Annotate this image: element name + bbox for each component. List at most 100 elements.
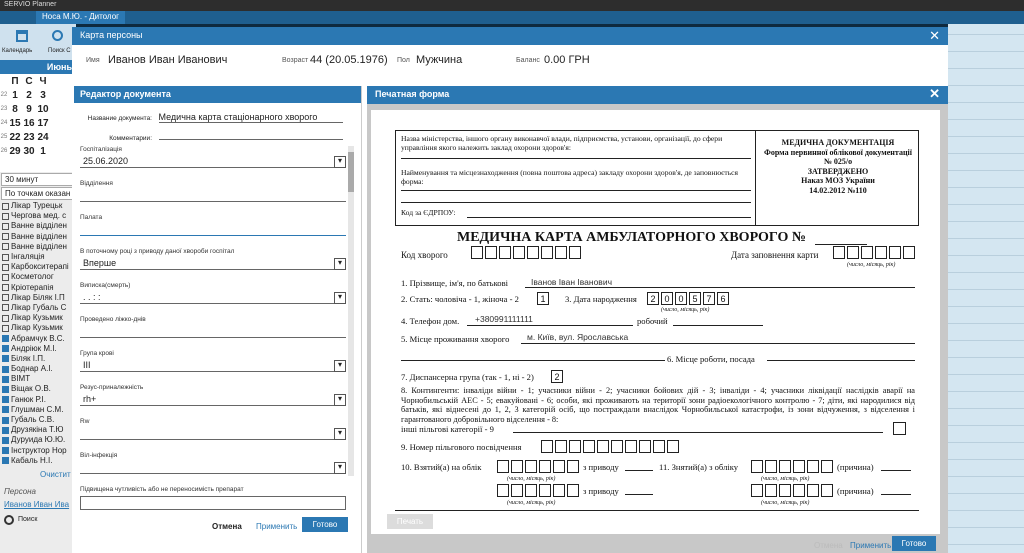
dept-input[interactable] xyxy=(80,189,346,202)
resource-checkbox[interactable] xyxy=(2,345,9,353)
rw-select[interactable] xyxy=(80,427,346,440)
resource-checkbox[interactable] xyxy=(2,304,9,312)
calendar-day[interactable]: 10 xyxy=(36,104,50,115)
resource-checkbox[interactable] xyxy=(2,396,9,404)
clear-button[interactable]: Очистит xyxy=(40,470,76,479)
scrollbar-thumb[interactable] xyxy=(348,152,354,192)
points-select[interactable]: По точкам оказан xyxy=(1,187,75,200)
footer-apply-button[interactable]: Применить xyxy=(844,538,897,553)
blood-select[interactable]: III xyxy=(80,359,346,372)
calendar-day[interactable]: 2 xyxy=(22,90,36,101)
resource-checkbox[interactable] xyxy=(2,365,9,373)
resource-item[interactable]: Лікар Губаль С xyxy=(0,303,76,313)
ok-button[interactable]: Готово xyxy=(302,517,348,532)
resource-item[interactable]: Андріюк М.І. xyxy=(0,344,76,354)
beddays-input[interactable] xyxy=(80,325,346,338)
year-select[interactable]: Вперше xyxy=(80,257,346,270)
editor-scrollbar[interactable] xyxy=(348,146,354,476)
resource-item[interactable]: Лікар Кузьмик xyxy=(0,323,76,333)
calendar-day[interactable]: 17 xyxy=(36,118,50,129)
person-name-link[interactable]: Иванов Иван Ива xyxy=(4,500,76,509)
calendar-day[interactable]: 1 xyxy=(8,90,22,101)
calendar-day[interactable]: 15 xyxy=(8,118,22,129)
interval-select[interactable]: 30 минут xyxy=(1,173,75,186)
search-icon[interactable] xyxy=(52,30,63,41)
resource-item[interactable]: Біляк І.П. xyxy=(0,354,76,364)
resource-item[interactable]: Лікар Турецьк xyxy=(0,201,76,211)
resource-checkbox[interactable] xyxy=(2,263,9,271)
resource-checkbox[interactable] xyxy=(2,243,9,251)
resource-item[interactable]: Чергова мед. с xyxy=(0,211,76,221)
calendar-day[interactable]: 3 xyxy=(36,90,50,101)
resource-item[interactable]: Ганюк Р.І. xyxy=(0,395,76,405)
resource-checkbox[interactable] xyxy=(2,436,9,444)
resource-checkbox[interactable] xyxy=(2,212,9,220)
resource-checkbox[interactable] xyxy=(2,416,9,424)
resource-checkbox[interactable] xyxy=(2,233,9,241)
calendar-day[interactable]: 22 xyxy=(8,132,22,143)
resource-item[interactable]: Абрамчук В.С. xyxy=(0,333,76,343)
print-button[interactable]: Печать xyxy=(387,514,433,529)
calendar-day[interactable]: 1 xyxy=(36,146,50,157)
resource-item[interactable]: Губаль С.В. xyxy=(0,415,76,425)
resource-item[interactable]: Лікар Біляк І.П xyxy=(0,293,76,303)
resource-checkbox[interactable] xyxy=(2,273,9,281)
search-icon[interactable] xyxy=(4,514,14,525)
resource-item[interactable]: Віщак О.В. xyxy=(0,384,76,394)
close-icon[interactable]: ✕ xyxy=(929,86,940,102)
resource-checkbox[interactable] xyxy=(2,335,9,343)
resource-checkbox[interactable] xyxy=(2,406,9,414)
close-icon[interactable]: ✕ xyxy=(929,28,940,44)
sens-input[interactable] xyxy=(80,496,346,510)
resource-item[interactable]: Косметолог xyxy=(0,272,76,282)
rh-select[interactable]: rh+ xyxy=(80,393,346,406)
resource-checkbox[interactable] xyxy=(2,375,9,383)
tab-doctor[interactable]: Носа М.Ю. - Дитолог xyxy=(36,11,126,24)
resource-item[interactable]: Кріотерапія xyxy=(0,283,76,293)
resource-checkbox[interactable] xyxy=(2,294,9,302)
resource-item[interactable]: Кабаль Н.І. xyxy=(0,456,76,466)
resource-checkbox[interactable] xyxy=(2,202,9,210)
resource-item[interactable]: ВІМТ xyxy=(0,374,76,384)
resource-item[interactable]: Ванне відділен xyxy=(0,242,76,252)
resource-checkbox[interactable] xyxy=(2,457,9,465)
resource-item[interactable]: Лікар Кузьмик xyxy=(0,313,76,323)
resource-checkbox[interactable] xyxy=(2,447,9,455)
resource-checkbox[interactable] xyxy=(2,385,9,393)
calendar-day[interactable]: 23 xyxy=(22,132,36,143)
calendar-day[interactable]: 30 xyxy=(22,146,36,157)
resource-checkbox[interactable] xyxy=(2,324,9,332)
footer-cancel-button[interactable]: Отмена xyxy=(808,538,849,553)
resource-checkbox[interactable] xyxy=(2,355,9,363)
ward-input[interactable] xyxy=(80,223,346,236)
resource-item[interactable]: Інструктор Нор xyxy=(0,446,76,456)
resource-checkbox[interactable] xyxy=(2,253,9,261)
calendar-day[interactable]: 8 xyxy=(8,104,22,115)
discharge-select[interactable]: . . : : xyxy=(80,291,346,304)
calendar-day[interactable]: 9 xyxy=(22,104,36,115)
resource-checkbox[interactable] xyxy=(2,426,9,434)
cancel-button[interactable]: Отмена xyxy=(206,519,248,534)
hosp-select[interactable]: 25.06.2020 xyxy=(80,155,346,168)
resource-item[interactable]: Боднар А.І. xyxy=(0,364,76,374)
calendar-day[interactable]: 29 xyxy=(8,146,22,157)
resource-item[interactable]: Інгаляція xyxy=(0,252,76,262)
calendar-icon[interactable] xyxy=(16,30,28,42)
hiv-select[interactable] xyxy=(80,461,346,474)
calendar-day[interactable]: 16 xyxy=(22,118,36,129)
comment-input[interactable] xyxy=(158,130,343,140)
search-link[interactable]: Поиск xyxy=(18,516,37,523)
resource-item[interactable]: Ванне відділен xyxy=(0,221,76,231)
resource-checkbox[interactable] xyxy=(2,222,9,230)
resource-checkbox[interactable] xyxy=(2,284,9,292)
resource-item[interactable]: Карбокситерапі xyxy=(0,262,76,272)
doc-name-input[interactable]: Медична карта стаціонарного хворого xyxy=(158,112,343,123)
footer-ok-button[interactable]: Готово xyxy=(892,536,936,551)
calendar-day[interactable]: 24 xyxy=(36,132,50,143)
apply-button[interactable]: Применить xyxy=(250,519,303,534)
resource-item[interactable]: Глушман С.М. xyxy=(0,405,76,415)
resource-item[interactable]: Ванне відділен xyxy=(0,232,76,242)
resource-item[interactable]: Друзякіна Т.Ю xyxy=(0,425,76,435)
resource-item[interactable]: Дуруида Ю.Ю. xyxy=(0,435,76,445)
resource-checkbox[interactable] xyxy=(2,314,9,322)
